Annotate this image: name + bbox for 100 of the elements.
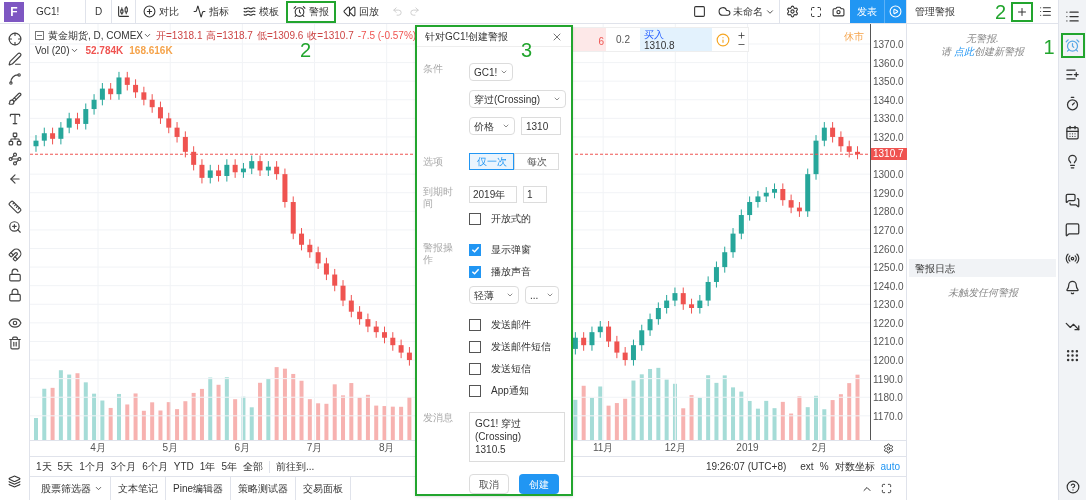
interval-button[interactable]: D [86,0,112,23]
duration-select[interactable]: ... [525,286,559,304]
source-select[interactable]: 价格 [469,117,515,135]
fullscreen-icon[interactable] [810,5,822,18]
settings-icon[interactable] [882,443,894,454]
zoom-in-icon[interactable] [7,220,22,234]
range-button[interactable]: 5天 [57,459,74,474]
candle [606,320,612,348]
help-icon[interactable] [1065,480,1080,494]
trash-icon[interactable] [7,336,22,350]
crosshair-icon[interactable] [7,32,22,46]
range-button[interactable]: YTD [173,459,194,474]
range-button[interactable]: 1天 [36,459,52,474]
checkbox[interactable] [469,340,481,353]
layers-icon[interactable] [8,475,21,488]
message-field[interactable]: GC1! 穿过(Crossing) 1310.5 [469,412,565,462]
date-field[interactable]: 2019年 [469,186,517,203]
price-input[interactable]: 1310 [521,117,561,135]
toolbar-button[interactable]: 警报 [286,0,336,23]
candle [182,130,188,158]
collapse-icon[interactable] [35,31,44,40]
volume-label[interactable]: Vol (20) [35,43,70,58]
range-button[interactable]: 1年 [199,459,216,474]
checkbox-icon[interactable] [693,5,706,18]
pattern-tool-icon[interactable] [7,132,22,146]
symbol-button[interactable]: GC1! [28,0,86,23]
maximize-icon[interactable] [881,483,892,494]
bell-icon [1065,280,1080,295]
layout-button[interactable]: 未命名 [714,0,780,23]
checkbox-label: 播放声音 [491,265,531,279]
checkbox[interactable] [469,265,481,278]
ruler-icon[interactable] [7,200,22,214]
candle [174,121,180,144]
checkbox[interactable] [469,384,481,397]
candle [689,298,695,315]
sound-select[interactable]: 轻薄 [469,286,519,304]
volume-value: 52.784K [85,44,124,58]
range-button[interactable]: 5年 [221,459,237,474]
toolbar-button[interactable]: 指标 [186,0,236,23]
unlock-icon[interactable] [7,268,22,282]
candle [66,112,72,134]
app-logo[interactable]: F [4,1,24,22]
price-label: 1170.0 [873,410,903,422]
callout-number: 1 [1043,37,1055,57]
candlestick-icon[interactable] [117,5,130,18]
buy-button[interactable]: 买入 1310.8 [640,28,712,51]
curve-tool-icon[interactable] [7,72,22,86]
bottom-tab[interactable]: 股票筛选器 [34,477,111,500]
scale-option[interactable]: ext [800,459,814,474]
range-button[interactable]: 6个月 [142,459,168,474]
condition-select[interactable]: 穿过(Crossing) [469,90,566,108]
panel-title: 管理警报 [915,5,955,19]
toolbar-button[interactable]: 模板 [236,0,286,23]
legend-title[interactable]: 黄金期货, D, COMEX [48,28,143,43]
add-alert-button[interactable] [1011,1,1033,22]
plus-icon[interactable] [736,30,746,40]
candle [373,320,379,339]
candle [713,261,719,289]
play-button[interactable] [884,0,906,23]
list-plus-icon [1065,67,1080,82]
frequency-option[interactable]: 每次 [514,153,559,170]
camera-icon[interactable] [832,5,845,18]
range-button[interactable]: 全部 [242,459,263,474]
checkbox[interactable] [469,212,481,225]
bottom-tab[interactable]: 文本笔记 [111,477,166,500]
candle [365,313,371,333]
scale-option[interactable]: 对数坐标 [834,459,875,474]
prediction-tool-icon[interactable] [7,152,22,166]
toolbar-button[interactable]: 对比 [136,0,186,23]
cancel-button[interactable]: 取消 [469,474,509,494]
checkbox[interactable] [469,362,481,375]
callout-number: 2 [300,40,312,60]
bottom-tab[interactable]: 交易面板 [296,477,351,500]
candle [157,101,163,125]
symbol-select[interactable]: GC1! [469,63,513,81]
settings-icon[interactable] [786,5,799,18]
checkbox[interactable] [469,243,481,256]
bottom-tab[interactable]: Pine编辑器 [166,477,231,500]
text-tool-icon[interactable] [7,112,22,126]
candle [772,182,778,199]
list-icon[interactable] [1039,5,1052,18]
range-button[interactable]: 3个月 [110,459,137,474]
range-button[interactable]: 1个月 [79,459,105,474]
bottom-tab[interactable]: 策略测试器 [231,477,296,500]
chat-bubble-icon [1065,222,1080,237]
price-label: 1230.0 [873,299,904,311]
toolbar-button[interactable]: 回放 [336,0,386,23]
wave-line-icon [193,5,206,18]
scale-option[interactable]: % [819,459,829,474]
checkbox[interactable] [469,318,481,331]
candle [672,287,678,307]
candle [680,287,686,311]
brush-icon[interactable] [7,92,22,106]
goto-button[interactable]: 前往到... [275,459,315,474]
lock-icon[interactable] [7,288,22,302]
price-change: -7.5 (-0.57%) [357,29,417,43]
line-tool-icon[interactable] [7,52,22,66]
magnet-icon[interactable] [7,248,22,262]
time-field[interactable]: 1 [523,186,547,203]
eye-icon[interactable] [7,316,22,330]
